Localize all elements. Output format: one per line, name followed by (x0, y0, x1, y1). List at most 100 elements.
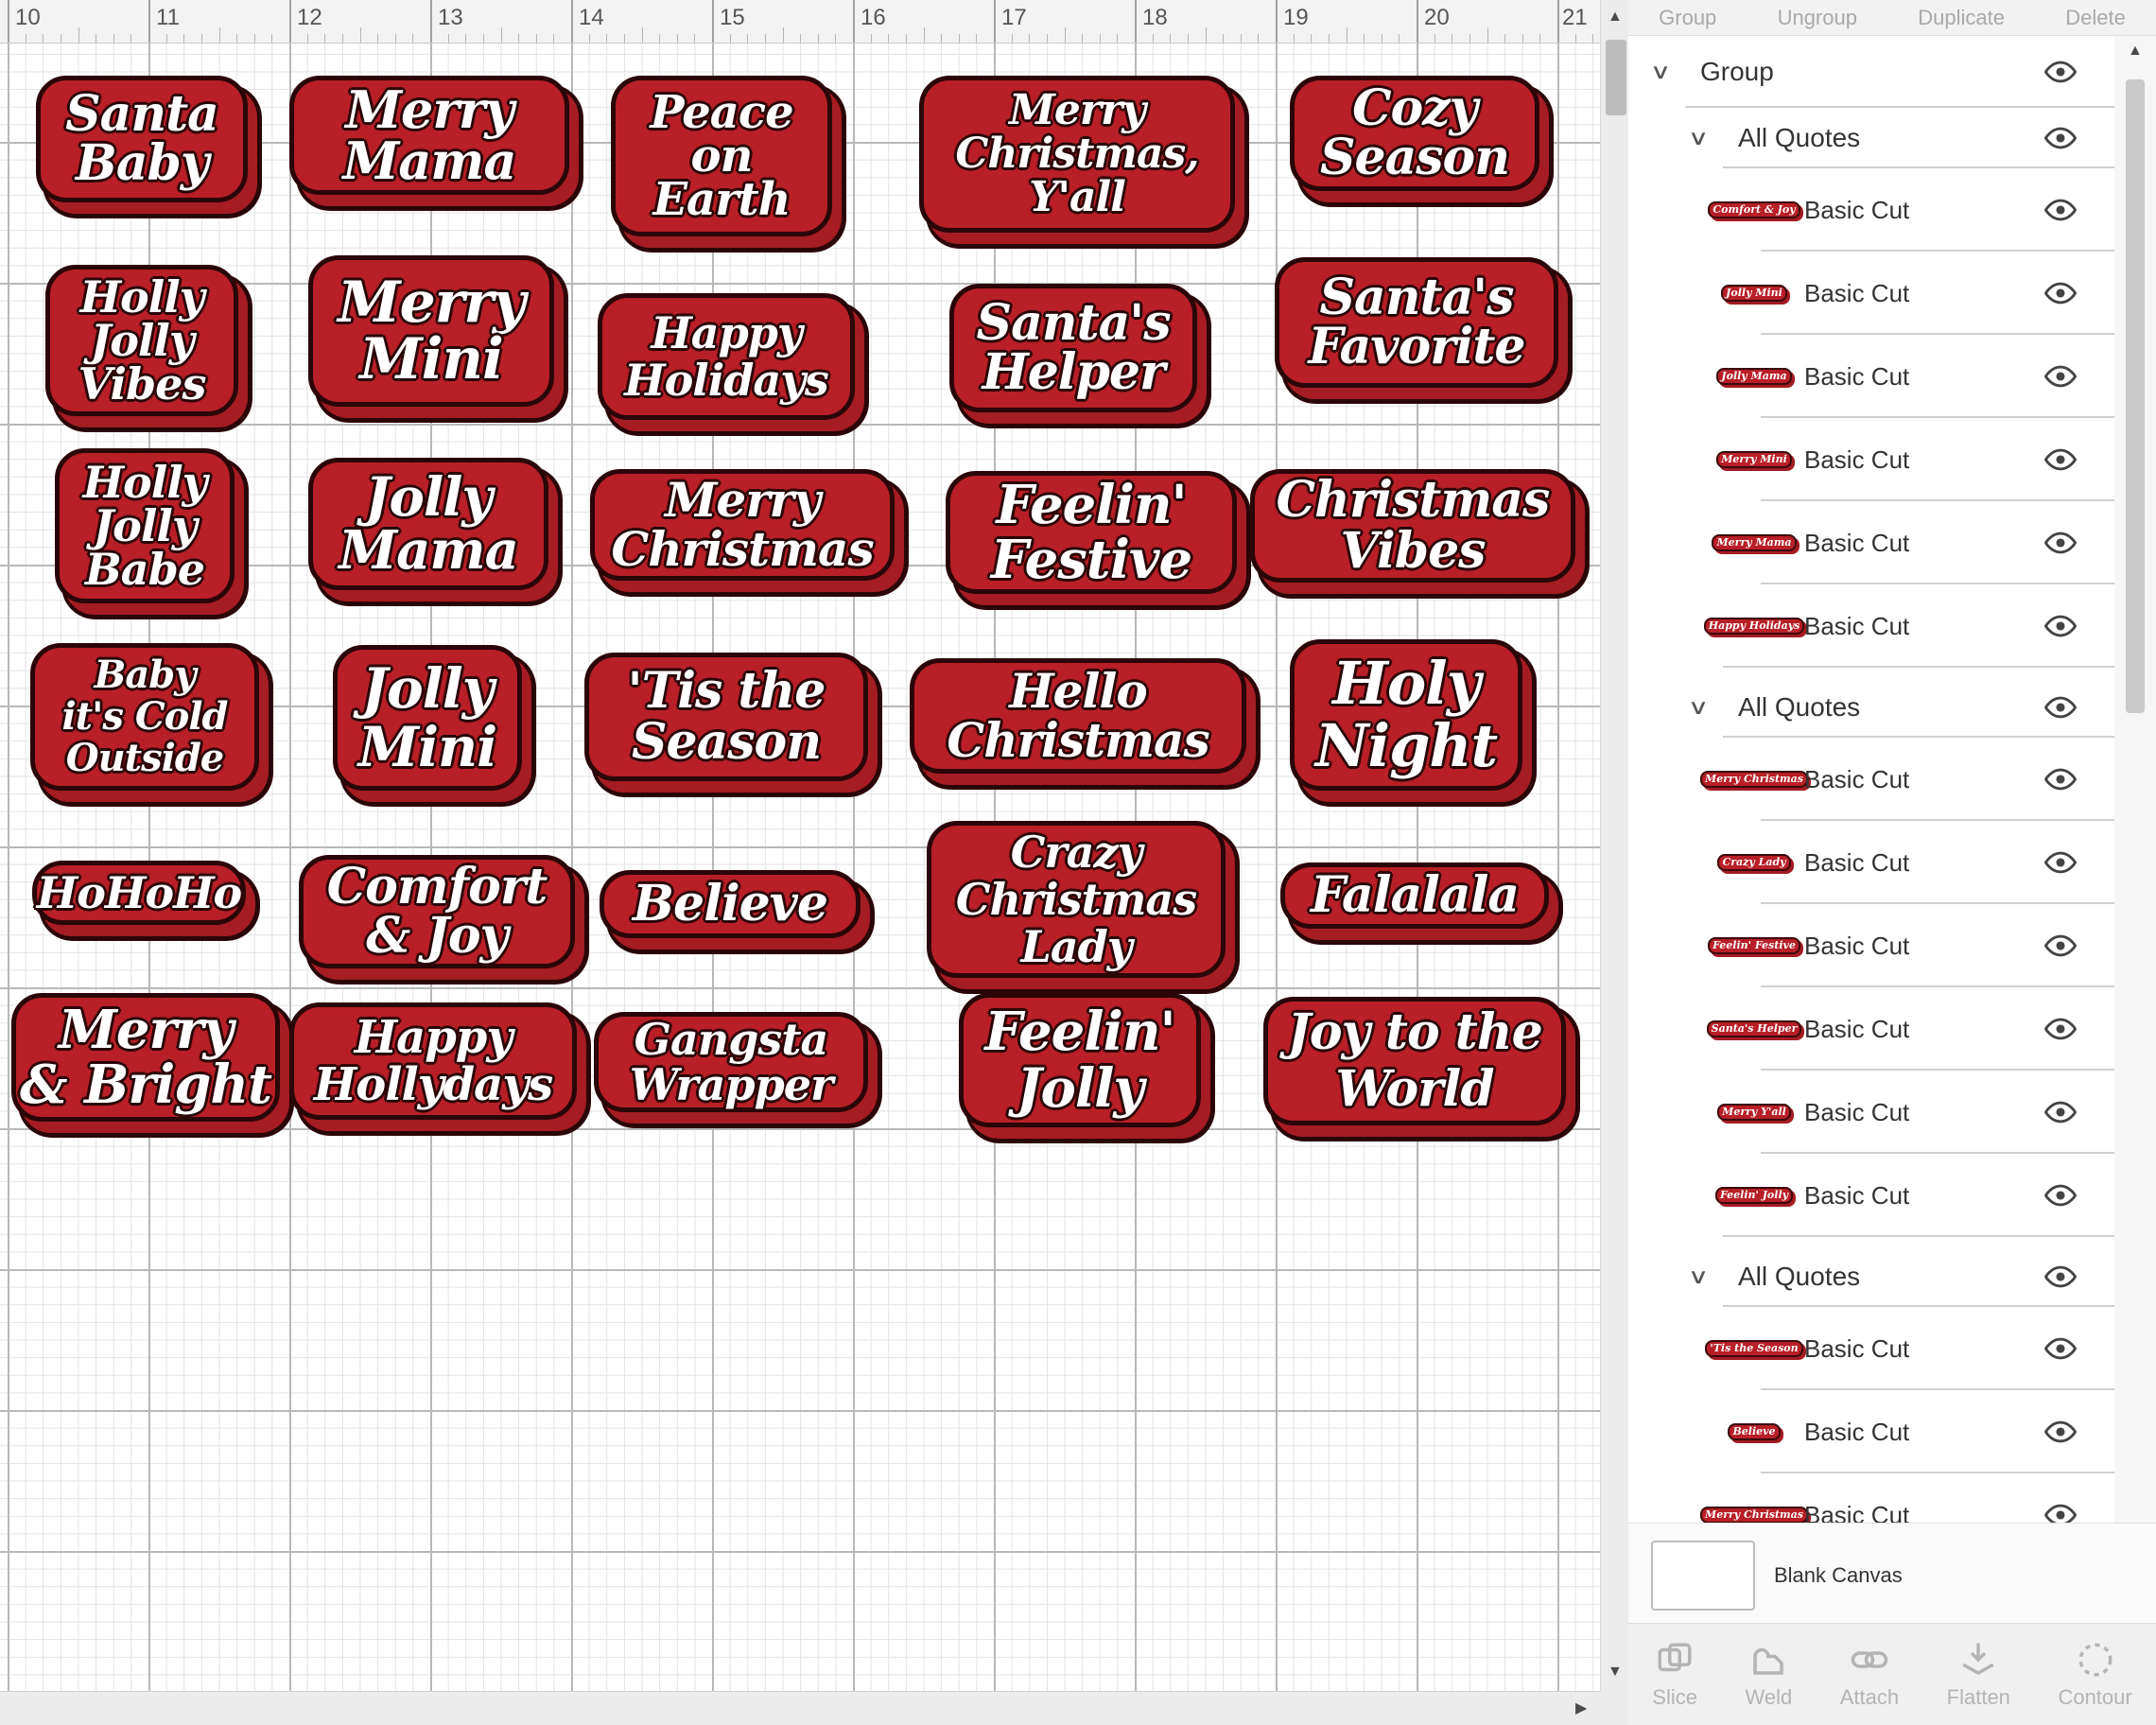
quote-sticker[interactable]: Merry Christmas, Y'all (919, 76, 1235, 233)
quote-sticker[interactable]: Holly Jolly Vibes (45, 265, 238, 416)
quote-sticker[interactable]: Feelin' Jolly (959, 993, 1201, 1127)
layer-subgroup-row[interactable]: ∨ All Quotes (1628, 1246, 2114, 1307)
canvas-horizontal-scrollbar[interactable]: ▶ (0, 1691, 1600, 1725)
eye-icon[interactable] (2044, 122, 2077, 154)
quote-sticker[interactable]: Crazy Christmas Lady (927, 821, 1226, 978)
scrollbar-thumb[interactable] (2126, 79, 2145, 713)
eye-icon[interactable] (2044, 1416, 2077, 1448)
eye-icon[interactable] (2044, 444, 2077, 476)
eye-icon[interactable] (2044, 56, 2077, 88)
layer-item-row[interactable]: Merry Christmas Basic Cut (1628, 1473, 2114, 1523)
ungroup-button[interactable]: Ungroup (1778, 6, 1857, 30)
quote-sticker[interactable]: 'Tis the Season (584, 653, 868, 781)
quote-sticker[interactable]: Christmas Vibes (1250, 469, 1575, 583)
eye-icon[interactable] (2044, 1179, 2077, 1211)
layer-item-row[interactable]: Believe Basic Cut (1628, 1390, 2114, 1473)
eye-icon[interactable] (2044, 846, 2077, 879)
chevron-down-icon[interactable]: ∨ (1688, 695, 1710, 720)
ruler-minor-tick (1311, 34, 1313, 43)
quote-sticker[interactable]: Happy Hollydays (289, 1002, 577, 1120)
group-button[interactable]: Group (1659, 6, 1716, 30)
ruler-minor-tick (747, 34, 749, 43)
duplicate-button[interactable]: Duplicate (1918, 6, 2005, 30)
quote-sticker[interactable]: Peace on Earth (611, 76, 832, 236)
eye-icon[interactable] (2044, 691, 2077, 723)
layer-item-row[interactable]: Merry Christmas Basic Cut (1628, 738, 2114, 821)
layer-subgroup-row[interactable]: ∨ All Quotes (1628, 108, 2114, 168)
eye-icon[interactable] (2044, 610, 2077, 642)
weld-button[interactable]: Weld (1745, 1640, 1792, 1710)
layer-group-row[interactable]: ∨ Group (1628, 36, 2114, 108)
quote-sticker[interactable]: Santa Baby (36, 76, 248, 202)
scroll-down-arrow-icon[interactable]: ▼ (1608, 1664, 1623, 1680)
scrollbar-thumb[interactable] (1606, 40, 1626, 115)
quote-sticker[interactable]: Gangsta Wrapper (594, 1012, 868, 1112)
quote-sticker[interactable]: Happy Holidays (598, 293, 855, 420)
canvas-vertical-scrollbar[interactable]: ▲ ▼ (1600, 0, 1628, 1691)
scroll-up-arrow-icon[interactable]: ▲ (1608, 9, 1623, 25)
delete-button[interactable]: Delete (2065, 6, 2126, 30)
blank-canvas-row[interactable]: Blank Canvas (1628, 1523, 2156, 1623)
canvas-color-swatch[interactable] (1651, 1541, 1755, 1611)
quote-sticker[interactable]: Santa's Helper (949, 284, 1197, 412)
quote-sticker[interactable]: Joy to the World (1263, 997, 1566, 1125)
quote-sticker[interactable]: Jolly Mini (333, 645, 522, 791)
quote-sticker[interactable]: Baby it's Cold Outside (30, 643, 259, 791)
layer-item-row[interactable]: 'Tis the Season Basic Cut (1628, 1307, 2114, 1390)
quote-sticker[interactable]: Holly Jolly Babe (55, 448, 235, 603)
chevron-down-icon[interactable]: ∨ (1688, 1264, 1710, 1289)
layer-item-row[interactable]: Feelin' Festive Basic Cut (1628, 904, 2114, 987)
quote-sticker[interactable]: Cozy Season (1290, 76, 1539, 191)
layer-item-row[interactable]: Merry Y'all Basic Cut (1628, 1071, 2114, 1154)
layer-item-row[interactable]: Merry Mama Basic Cut (1628, 501, 2114, 584)
quote-sticker[interactable]: Merry & Bright (11, 993, 280, 1122)
eye-icon[interactable] (2044, 1499, 2077, 1523)
flatten-button[interactable]: Flatten (1947, 1640, 2010, 1710)
eye-icon[interactable] (2044, 930, 2077, 962)
eye-icon[interactable] (2044, 1096, 2077, 1128)
quote-sticker[interactable]: Hello Christmas (910, 658, 1246, 774)
scroll-right-arrow-icon[interactable]: ▶ (1575, 1701, 1587, 1716)
layer-item-row[interactable]: Jolly Mama Basic Cut (1628, 335, 2114, 418)
quote-sticker[interactable]: Believe (600, 870, 861, 938)
scroll-up-arrow-icon[interactable]: ▲ (2128, 44, 2143, 59)
layer-item-label: Basic Cut (1804, 1417, 1910, 1446)
quote-sticker[interactable]: Jolly Mama (308, 458, 548, 590)
eye-icon[interactable] (2044, 194, 2077, 226)
layer-thumbnail-text: Jolly Mini (1721, 285, 1787, 302)
quote-sticker[interactable]: Holy Night (1290, 639, 1522, 791)
quote-sticker[interactable]: Merry Christmas (590, 469, 895, 581)
eye-icon[interactable] (2044, 360, 2077, 392)
quote-sticker[interactable]: HoHoHo (32, 861, 246, 925)
eye-icon[interactable] (2044, 527, 2077, 559)
attach-button[interactable]: Attach (1840, 1640, 1899, 1710)
quote-sticker[interactable]: Santa's Favorite (1275, 257, 1558, 388)
eye-icon[interactable] (2044, 1333, 2077, 1365)
chevron-down-icon[interactable]: ∨ (1688, 126, 1710, 150)
design-canvas[interactable]: Santa Baby Merry Mama Peace on Earth Mer… (0, 0, 1600, 1691)
layer-item-row[interactable]: Merry Mini Basic Cut (1628, 418, 2114, 501)
slice-button[interactable]: Slice (1652, 1640, 1697, 1710)
layer-item-row[interactable]: Santa's Helper Basic Cut (1628, 987, 2114, 1071)
layer-item-row[interactable]: Comfort & Joy Basic Cut (1628, 168, 2114, 252)
eye-icon[interactable] (2044, 1261, 2077, 1293)
chevron-down-icon[interactable]: ∨ (1650, 60, 1672, 84)
eye-icon[interactable] (2044, 277, 2077, 309)
eye-icon[interactable] (2044, 1013, 2077, 1045)
layer-item-row[interactable]: Feelin' Jolly Basic Cut (1628, 1154, 2114, 1237)
quote-sticker[interactable]: Feelin' Festive (946, 471, 1237, 594)
quote-sticker[interactable]: Merry Mini (308, 255, 554, 407)
layer-item-row[interactable]: Happy Holidays Basic Cut (1628, 584, 2114, 668)
layer-item-row[interactable]: Crazy Lady Basic Cut (1628, 821, 2114, 904)
layer-item-row[interactable]: Jolly Mini Basic Cut (1628, 252, 2114, 335)
layer-subgroup-row[interactable]: ∨ All Quotes (1628, 677, 2114, 738)
quote-sticker[interactable]: Comfort & Joy (299, 855, 575, 968)
ruler-major-tick (571, 0, 573, 43)
ruler-minor-tick (835, 34, 837, 43)
quote-sticker[interactable]: Merry Mama (289, 76, 569, 195)
quote-sticker[interactable]: Falalala (1280, 862, 1549, 929)
layers-scrollbar[interactable]: ▲ ▼ (2114, 36, 2156, 1559)
ruler-minor-tick (465, 34, 467, 43)
contour-button[interactable]: Contour (2058, 1640, 2132, 1710)
eye-icon[interactable] (2044, 763, 2077, 795)
